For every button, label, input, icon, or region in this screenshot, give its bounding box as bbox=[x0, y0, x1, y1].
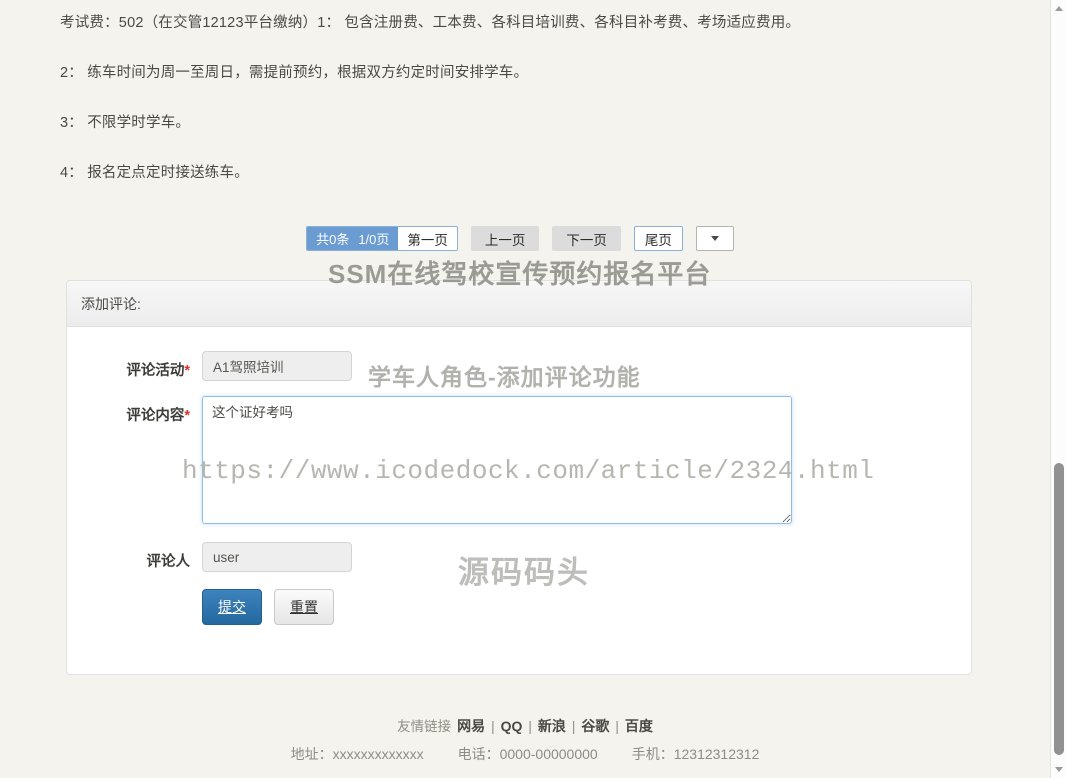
author-label-text: 评论人 bbox=[146, 554, 191, 571]
scroll-down-arrow-icon[interactable] bbox=[1051, 761, 1066, 778]
chevron-down-icon bbox=[710, 235, 719, 241]
footer-phone: 电话：0000-00000000 bbox=[457, 745, 598, 762]
notice-line-1: 考试费：502（在交管12123平台缴纳）1： 包含注册费、工本费、各科目培训费… bbox=[60, 15, 801, 31]
pagination-page-select[interactable] bbox=[695, 226, 734, 252]
content-label-text: 评论内容 bbox=[126, 408, 185, 425]
activity-label-text: 评论活动 bbox=[126, 363, 185, 380]
content-control: 这个证好考吗 bbox=[202, 396, 971, 527]
required-marker: * bbox=[184, 408, 190, 425]
pagination-info-group: 共0条 1/0页 第一页 bbox=[306, 226, 458, 252]
add-comment-panel: 添加评论: 评论活动* 评论内容* 这个证好考吗 bbox=[66, 280, 972, 676]
content-label: 评论内容* bbox=[67, 396, 202, 425]
footer-link-baidu[interactable]: 百度 bbox=[625, 717, 653, 735]
pagination-counts: 共0条 1/0页 bbox=[307, 227, 399, 251]
form-button-row: 提交 重置 bbox=[202, 589, 971, 626]
required-marker: * bbox=[184, 363, 190, 380]
field-row-activity: 评论活动* bbox=[67, 351, 971, 382]
footer-link-sina[interactable]: 新浪 bbox=[538, 717, 566, 735]
triangle-down-icon bbox=[1055, 767, 1063, 772]
panel-title: 添加评论: bbox=[81, 295, 141, 312]
activity-label: 评论活动* bbox=[67, 351, 202, 380]
reset-button[interactable]: 重置 bbox=[274, 589, 334, 626]
content-textarea[interactable]: 这个证好考吗 bbox=[202, 396, 792, 525]
activity-input[interactable] bbox=[202, 351, 352, 382]
pagination-page-index: 1/0页 bbox=[358, 232, 390, 248]
panel-header: 添加评论: bbox=[67, 281, 971, 328]
friend-links-label: 友情链接 bbox=[397, 719, 452, 735]
triangle-up-icon bbox=[1055, 6, 1063, 11]
pagination-prev-page-button[interactable]: 上一页 bbox=[470, 226, 540, 252]
field-row-author: 评论人 提交 重置 bbox=[67, 542, 971, 626]
pagination-next-page-button[interactable]: 下一页 bbox=[552, 226, 621, 252]
author-input[interactable] bbox=[202, 542, 352, 573]
activity-control bbox=[202, 351, 971, 382]
pagination-total: 共0条 bbox=[316, 232, 350, 248]
footer-link-netease[interactable]: 网易 bbox=[457, 717, 485, 735]
footer-link-google[interactable]: 谷歌 bbox=[581, 717, 609, 735]
link-separator: | bbox=[615, 719, 619, 735]
footer-contact: 地址：xxxxxxxxxxxxx 电话：0000-00000000 手机：123… bbox=[0, 745, 1050, 763]
link-separator: | bbox=[571, 719, 576, 735]
author-control: 提交 重置 bbox=[202, 542, 971, 626]
footer-mobile: 手机：12312312312 bbox=[631, 745, 760, 762]
scrollbar-thumb[interactable] bbox=[1054, 463, 1064, 755]
pagination-last-page-button[interactable]: 尾页 bbox=[633, 226, 683, 252]
notice-line-3: 3： 不限学时学车。 bbox=[60, 115, 191, 132]
scroll-up-arrow-icon[interactable] bbox=[1051, 0, 1066, 17]
link-separator: | bbox=[491, 719, 495, 735]
friend-links: 友情链接 网易 | QQ | 新浪 | 谷歌 | 百度 bbox=[0, 717, 1050, 736]
vertical-scrollbar[interactable] bbox=[1050, 0, 1066, 778]
pagination-bar: 共0条 1/0页 第一页 上一页 下一页 尾页 bbox=[0, 226, 1050, 252]
footer-link-qq[interactable]: QQ bbox=[501, 717, 523, 735]
submit-button[interactable]: 提交 bbox=[202, 589, 262, 626]
notice-line-4: 4： 报名定点定时接送练车。 bbox=[60, 165, 249, 182]
page-scroll-container: 考试费：502（在交管12123平台缴纳）1： 包含注册费、工本费、各科目培训费… bbox=[0, 0, 1050, 778]
notice-line-2: 2： 练车时间为周一至周日，需提前预约，根据双方约定时间安排学车。 bbox=[60, 65, 529, 82]
panel-body: 评论活动* 评论内容* 这个证好考吗 评论人 bbox=[67, 327, 971, 674]
author-label: 评论人 bbox=[67, 542, 202, 571]
pagination-first-page-button[interactable]: 第一页 bbox=[398, 227, 457, 251]
page-footer: 友情链接 网易 | QQ | 新浪 | 谷歌 | 百度 地址：xxxxxxxxx… bbox=[0, 717, 1050, 778]
link-separator: | bbox=[528, 719, 532, 735]
field-row-content: 评论内容* 这个证好考吗 bbox=[67, 396, 971, 527]
footer-address: 地址：xxxxxxxxxxxxx bbox=[290, 745, 424, 762]
